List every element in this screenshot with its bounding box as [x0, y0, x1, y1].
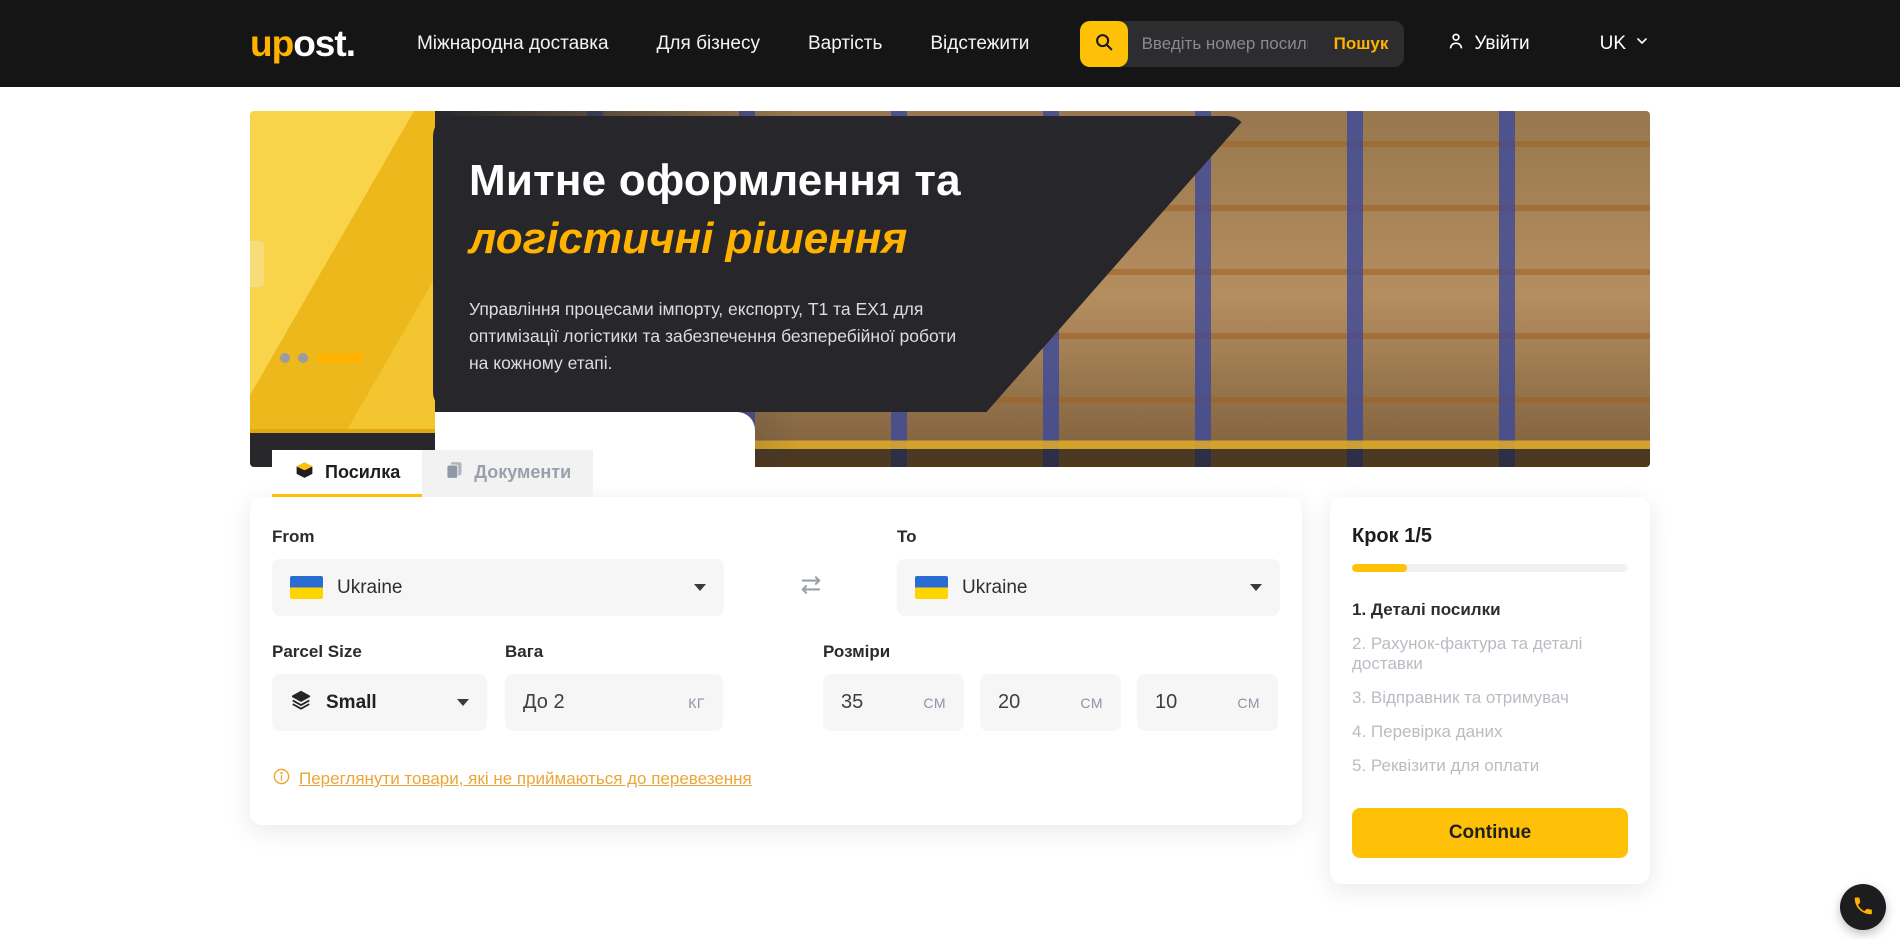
info-icon [272, 767, 291, 791]
steps-progress-fill [1352, 564, 1407, 572]
width-input[interactable] [998, 691, 1080, 714]
tab-documents[interactable]: Документи [422, 450, 593, 497]
caret-down-icon [1250, 584, 1262, 591]
nav-pricing[interactable]: Вартість [808, 33, 882, 55]
parcel-size-select[interactable]: Small [272, 674, 487, 731]
width-field: см [980, 674, 1121, 731]
step-item-2: 2. Рахунок-фактура та деталі доставки [1352, 634, 1628, 674]
carousel-dot-2[interactable] [298, 353, 308, 363]
steps-panel: Крок 1/5 1. Деталі посилки 2. Рахунок-фа… [1330, 497, 1650, 884]
language-code: UK [1600, 33, 1626, 55]
layers-stack-icon [290, 689, 312, 716]
to-country-select[interactable]: Ukraine [897, 559, 1280, 616]
chevron-down-icon [1634, 33, 1650, 55]
carousel-dots [280, 353, 364, 363]
login-label: Увійти [1474, 33, 1529, 55]
height-unit: см [1237, 695, 1260, 711]
step-item-1: 1. Деталі посилки [1352, 600, 1628, 620]
logo-accent: up [250, 23, 293, 64]
parcel-size-value: Small [326, 692, 377, 714]
steps-title: Крок 1/5 [1352, 525, 1628, 548]
weight-unit: кг [688, 695, 705, 711]
to-label: To [897, 527, 1280, 547]
step-item-5: 5. Реквізити для оплати [1352, 756, 1628, 776]
header: upost. Міжнародна доставка Для бізнесу В… [0, 0, 1900, 87]
phone-icon [1852, 895, 1874, 920]
ukraine-flag-icon [915, 576, 948, 599]
main-nav: Міжнародна доставка Для бізнесу Вартість… [417, 33, 1029, 55]
hero-banner: Митне оформлення та логістичні рішення У… [250, 111, 1650, 467]
weight-label: Вага [505, 642, 723, 662]
length-input[interactable] [841, 691, 923, 714]
height-field: см [1137, 674, 1278, 731]
parcel-form-card: From Ukraine To Ukraine [250, 497, 1302, 825]
search-submit-button[interactable]: Пошук [1318, 34, 1405, 54]
package-icon [294, 459, 315, 485]
width-unit: см [1080, 695, 1103, 711]
weight-input[interactable] [523, 691, 688, 714]
caret-down-icon [694, 584, 706, 591]
parcel-size-label: Parcel Size [272, 642, 487, 662]
from-country-value: Ukraine [337, 577, 402, 599]
person-icon [1446, 31, 1466, 57]
tracking-search: Пошук [1080, 21, 1405, 67]
tracking-number-input[interactable] [1128, 34, 1318, 54]
tab-parcel[interactable]: Посилка [272, 450, 422, 497]
carousel-dot-active[interactable] [316, 353, 364, 363]
logo[interactable]: upost. [250, 23, 355, 65]
dimensions-label: Розміри [823, 642, 1278, 662]
caret-down-icon [457, 699, 469, 706]
nav-track[interactable]: Відстежити [930, 33, 1029, 55]
tab-parcel-label: Посилка [325, 462, 400, 483]
language-selector[interactable]: UK [1600, 33, 1650, 55]
hero-package-illustration [250, 111, 435, 467]
height-input[interactable] [1155, 691, 1237, 714]
from-label: From [272, 527, 724, 547]
to-country-value: Ukraine [962, 577, 1027, 599]
documents-icon [444, 460, 464, 485]
shipment-type-tabs: Посилка Документи [272, 450, 593, 497]
step-item-3: 3. Відправник та отримувач [1352, 688, 1628, 708]
restricted-items-link[interactable]: Переглянути товари, які не приймаються д… [272, 767, 752, 791]
search-icon [1093, 31, 1115, 56]
steps-progress-bar [1352, 564, 1628, 572]
from-country-select[interactable]: Ukraine [272, 559, 724, 616]
steps-list: 1. Деталі посилки 2. Рахунок-фактура та … [1352, 600, 1628, 776]
login-button[interactable]: Увійти [1446, 31, 1529, 57]
swap-countries-button[interactable] [797, 571, 825, 604]
hero-title: Митне оформлення та [469, 156, 1247, 206]
carousel-dot-1[interactable] [280, 353, 290, 363]
continue-button[interactable]: Continue [1352, 808, 1628, 858]
nav-international-delivery[interactable]: Міжнародна доставка [417, 33, 609, 55]
weight-field: кг [505, 674, 723, 731]
tab-documents-label: Документи [474, 462, 571, 483]
phone-fab-button[interactable] [1840, 884, 1886, 930]
search-icon-button[interactable] [1080, 21, 1128, 67]
length-field: см [823, 674, 964, 731]
step-item-4: 4. Перевірка даних [1352, 722, 1628, 742]
ukraine-flag-icon [290, 576, 323, 599]
nav-for-business[interactable]: Для бізнесу [657, 33, 760, 55]
logo-rest: ost. [293, 23, 355, 64]
restricted-items-link-text: Переглянути товари, які не приймаються д… [299, 769, 752, 789]
calculator-panels: From Ukraine To Ukraine [250, 497, 1650, 884]
hero-subtitle: Управління процесами імпорту, експорту, … [469, 296, 979, 377]
length-unit: см [923, 695, 946, 711]
